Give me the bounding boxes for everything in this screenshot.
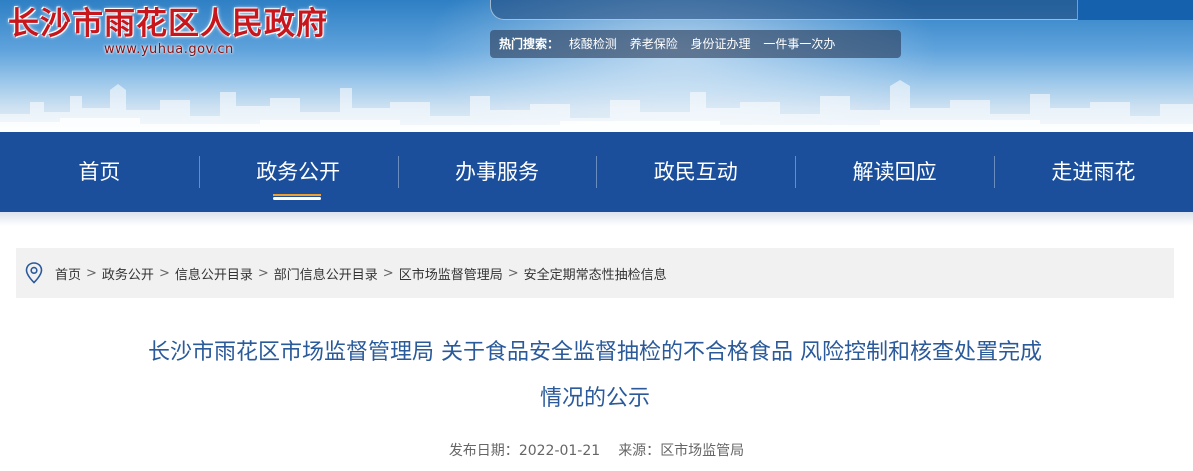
nav-item-label: 政务公开 — [256, 160, 341, 184]
nav-item-label: 办事服务 — [454, 160, 539, 184]
nav-shadow — [0, 212, 1193, 226]
breadcrumb: 首页 > 政务公开 > 信息公开目录 > 部门信息公开目录 > 区市场监督管理局… — [16, 248, 1174, 298]
article-meta: 发布日期：2022-01-21 来源：区市场监管局 — [0, 440, 1193, 460]
breadcrumb-item-info-catalog[interactable]: 信息公开目录 — [175, 264, 253, 283]
hot-search-bar: 热门搜索： 核酸检测 养老保险 身份证办理 一件事一次办 — [490, 30, 901, 58]
nav-item-label: 解读回应 — [852, 160, 937, 184]
site-title: 长沙市雨花区人民政府 — [8, 6, 328, 42]
breadcrumb-separator: > — [158, 265, 170, 281]
breadcrumb-separator: > — [257, 265, 269, 281]
breadcrumb-separator: > — [86, 265, 97, 281]
nav-item-government-affairs[interactable]: 政务公开 — [198, 132, 398, 212]
breadcrumb-item-dept-catalog[interactable]: 部门信息公开目录 — [274, 264, 378, 283]
breadcrumb-item-home[interactable]: 首页 — [55, 264, 81, 283]
city-skyline-image — [0, 80, 1193, 132]
breadcrumb-item-current[interactable]: 安全定期常态性抽检信息 — [524, 264, 667, 283]
article-title-line: 情况的公示 — [539, 386, 650, 411]
source-label: 来源： — [618, 443, 661, 459]
article-title: 长沙市雨花区市场监督管理局 关于食品安全监督抽检的不合格食品 风险控制和核查处置… — [90, 330, 1100, 422]
breadcrumb-separator: > — [382, 265, 394, 281]
hot-search-label: 热门搜索： — [499, 37, 560, 51]
breadcrumb-item-government-affairs[interactable]: 政务公开 — [102, 264, 154, 283]
publish-date: 2022-01-21 — [518, 443, 601, 459]
nav-item-about-yuhua[interactable]: 走进雨花 — [993, 132, 1193, 212]
site-logo[interactable]: 长沙市雨花区人民政府 www.yuhua.gov.cn — [8, 2, 328, 57]
hot-search-item[interactable]: 一件事一次办 — [763, 37, 835, 51]
article-title-line: 长沙市雨花区市场监督管理局 关于食品安全监督抽检的不合格食品 风险控制和核查处置… — [148, 340, 1042, 365]
search-button[interactable] — [1077, 0, 1193, 20]
breadcrumb-item-market-bureau[interactable]: 区市场监督管理局 — [399, 264, 503, 283]
location-pin-icon — [23, 261, 45, 285]
hot-search-item[interactable]: 核酸检测 — [569, 37, 617, 51]
site-url: www.yuhua.gov.cn — [104, 42, 234, 57]
active-nav-indicator — [273, 194, 322, 200]
source-value: 区市场监管局 — [660, 443, 745, 459]
nav-item-home[interactable]: 首页 — [0, 132, 199, 212]
nav-item-interpretation[interactable]: 解读回应 — [795, 132, 994, 212]
hot-search-item[interactable]: 身份证办理 — [691, 37, 751, 51]
nav-item-interaction[interactable]: 政民互动 — [596, 132, 795, 212]
main-nav: 首页 政务公开 办事服务 政民互动 解读回应 走进雨花 — [0, 132, 1193, 212]
hot-search-item[interactable]: 养老保险 — [630, 37, 678, 51]
breadcrumb-separator: > — [507, 265, 519, 281]
header-banner: 长沙市雨花区人民政府 www.yuhua.gov.cn 热门搜索： 核酸检测 养… — [0, 0, 1193, 132]
nav-item-services[interactable]: 办事服务 — [397, 132, 597, 212]
nav-item-label: 政民互动 — [653, 160, 738, 184]
nav-item-label: 走进雨花 — [1051, 160, 1136, 184]
nav-item-label: 首页 — [78, 160, 121, 184]
publish-date-label: 发布日期： — [448, 443, 519, 459]
